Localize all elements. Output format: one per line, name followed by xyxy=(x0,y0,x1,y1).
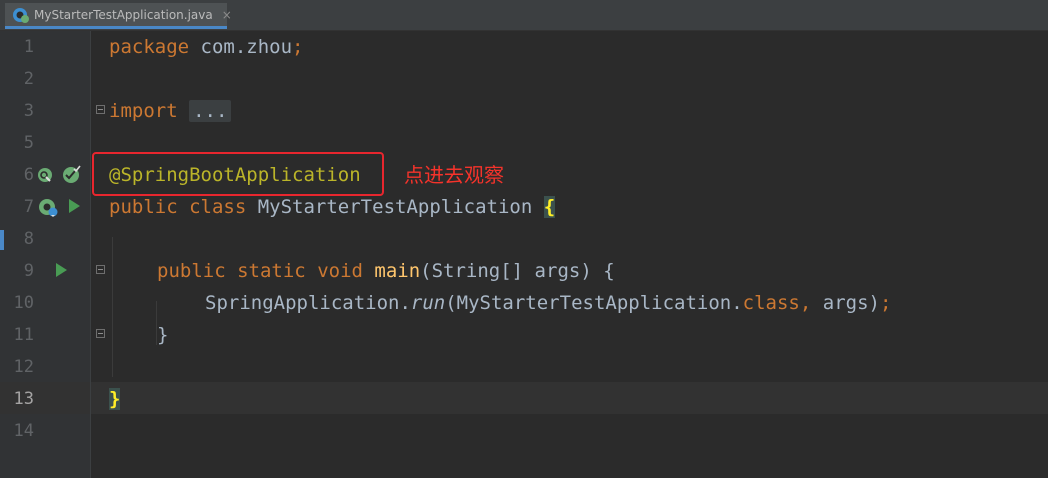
run-args-open: (MyStarterTestApplication. xyxy=(445,292,743,314)
fold-method-icon[interactable] xyxy=(96,265,105,274)
spring-bean-check-icon[interactable] xyxy=(62,164,81,183)
tab-my-starter-test-application[interactable]: MyStarterTestApplication.java × xyxy=(5,3,232,29)
keyword-public: public xyxy=(109,196,178,218)
method-params: (String[] args) { xyxy=(420,260,615,282)
line-number: 3 xyxy=(23,101,34,121)
method-name-main: main xyxy=(374,260,421,282)
line-number: 9 xyxy=(23,261,34,281)
fold-imports-icon[interactable] xyxy=(96,105,105,114)
line-number: 5 xyxy=(23,133,34,153)
run-method-call: run xyxy=(410,292,446,314)
indent-guide xyxy=(112,237,113,377)
line-number: 11 xyxy=(13,325,34,345)
keyword-static: static xyxy=(237,260,306,282)
find-usages-icon[interactable] xyxy=(37,166,55,184)
line-number: 12 xyxy=(13,357,34,377)
line-number-current: 13 xyxy=(13,389,34,409)
class-name: MyStarterTestApplication xyxy=(246,196,544,218)
keyword-package: package xyxy=(109,36,190,58)
keyword-void: void xyxy=(317,260,363,282)
highlight-box xyxy=(92,152,384,196)
line-number: 2 xyxy=(23,69,34,89)
run-main-icon[interactable] xyxy=(56,263,67,277)
semicolon: ; xyxy=(292,36,304,58)
run-args-close: args) xyxy=(811,292,880,314)
line-number: 1 xyxy=(23,37,34,57)
code-line-import[interactable]: import ... xyxy=(109,95,232,127)
line-number: 7 xyxy=(23,197,34,217)
run-class-icon[interactable] xyxy=(69,199,80,213)
folded-imports[interactable]: ... xyxy=(189,100,232,122)
line-number: 10 xyxy=(13,293,34,313)
comma: , xyxy=(799,292,812,314)
code-line-method-close[interactable]: } xyxy=(157,319,168,351)
close-brace-highlight: } xyxy=(109,388,121,410)
package-name: com.zhou xyxy=(189,36,293,58)
close-brace: } xyxy=(157,324,169,346)
code-line-class-close[interactable]: } xyxy=(109,383,121,415)
spring-config-icon[interactable] xyxy=(37,197,58,217)
open-brace-highlight: { xyxy=(543,196,556,218)
code-line-main-method[interactable]: public static void main(String[] args) { xyxy=(157,255,615,287)
spring-java-class-icon xyxy=(12,6,30,24)
editor-tab-bar: MyStarterTestApplication.java × xyxy=(0,0,1048,31)
keyword-public: public xyxy=(157,260,226,282)
line-number: 14 xyxy=(13,421,34,441)
code-editor[interactable]: 1 2 3 5 6 7 8 9 10 11 12 13 14 package c… xyxy=(0,31,1048,478)
semicolon: ; xyxy=(879,292,892,314)
keyword-import: import xyxy=(109,100,178,122)
tab-label: MyStarterTestApplication.java xyxy=(34,7,213,22)
line-number: 6 xyxy=(23,165,34,185)
code-line-package[interactable]: package com.zhou; xyxy=(109,31,303,63)
fold-method-end-icon[interactable] xyxy=(96,329,105,338)
spring-application-class: SpringApplication. xyxy=(205,292,411,314)
close-tab-icon[interactable]: × xyxy=(222,8,232,22)
code-line-run-call[interactable]: SpringApplication.run(MyStarterTestAppli… xyxy=(205,287,891,319)
annotation-note: 点进去观察 xyxy=(404,163,504,187)
keyword-class: class xyxy=(189,196,247,218)
line-number: 8 xyxy=(23,229,34,249)
gutter-separator xyxy=(90,31,91,478)
keyword-class-literal: class xyxy=(742,292,800,314)
current-line-highlight xyxy=(0,382,1048,414)
